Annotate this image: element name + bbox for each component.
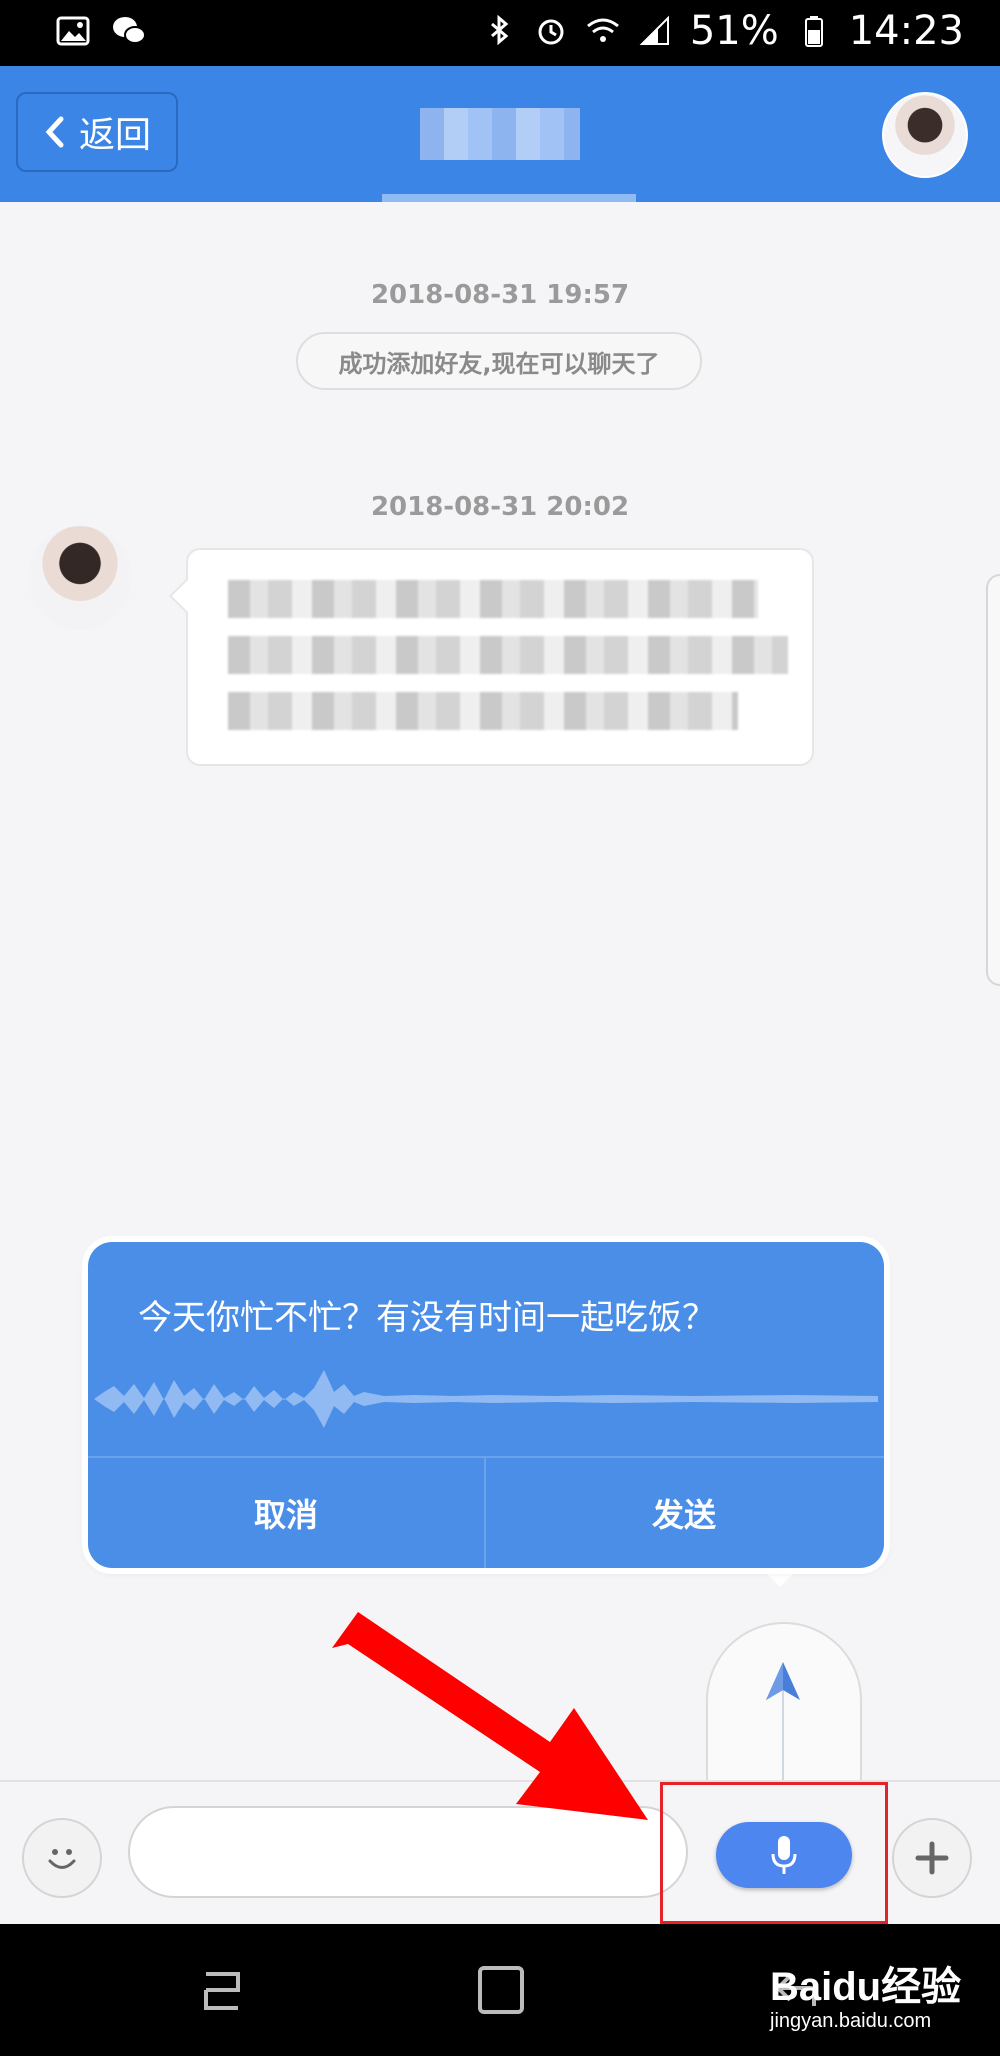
signal-icon — [639, 15, 669, 45]
contact-avatar[interactable] — [882, 92, 968, 178]
emoji-button[interactable] — [22, 1818, 102, 1898]
watermark: Baidu经验 jingyan.baidu.com — [760, 1948, 1000, 2048]
watermark-sub: jingyan.baidu.com — [770, 2010, 932, 2032]
blurred-text-line — [228, 692, 738, 730]
chevron-left-icon — [45, 116, 64, 148]
annotation-arrow-icon — [332, 1612, 648, 1820]
watermark-main: Baidu经验 — [770, 1965, 962, 2009]
wechat-icon — [113, 17, 146, 44]
message-bubble-blurred[interactable] — [186, 548, 814, 766]
recognized-text: 今天你忙不忙？有没有时间一起吃饭？ — [138, 1298, 716, 1338]
timestamp: 2018-08-31 20:02 — [370, 492, 630, 522]
battery-percent: 51% — [689, 8, 779, 54]
annotation-highlight-box — [660, 1782, 888, 1924]
blurred-text-line — [228, 636, 788, 674]
side-panel-handle[interactable] — [986, 574, 1000, 986]
send-arrow-icon — [766, 1662, 800, 1700]
home-icon[interactable] — [476, 1964, 526, 2016]
system-notice: 成功添加好友,现在可以聊天了 — [296, 332, 702, 390]
bluetooth-icon — [490, 14, 509, 46]
voice-input-popup: 今天你忙不忙？有没有时间一起吃饭？ 取消 发送 — [88, 1242, 884, 1568]
wifi-icon — [586, 18, 619, 42]
sender-avatar[interactable] — [28, 526, 132, 630]
battery-icon — [804, 16, 823, 47]
smiley-icon — [48, 1849, 76, 1869]
send-button[interactable]: 发送 — [486, 1458, 882, 1568]
plus-icon — [915, 1841, 949, 1875]
title-underline — [382, 194, 636, 202]
recent-apps-icon[interactable] — [196, 1966, 246, 2016]
cancel-button[interactable]: 取消 — [88, 1458, 484, 1568]
audio-waveform — [94, 1370, 878, 1428]
back-label: 返回 — [78, 115, 151, 156]
timestamp: 2018-08-31 19:57 — [370, 280, 630, 310]
status-bar: 51% 14:23 — [0, 0, 1000, 66]
more-options-button[interactable] — [892, 1818, 972, 1898]
gallery-icon — [56, 16, 90, 46]
blurred-text-line — [228, 580, 758, 618]
chat-title-blurred — [420, 108, 580, 160]
alarm-icon — [538, 19, 564, 45]
back-button[interactable]: 返回 — [16, 92, 178, 172]
clock-time: 14:23 — [848, 8, 964, 54]
